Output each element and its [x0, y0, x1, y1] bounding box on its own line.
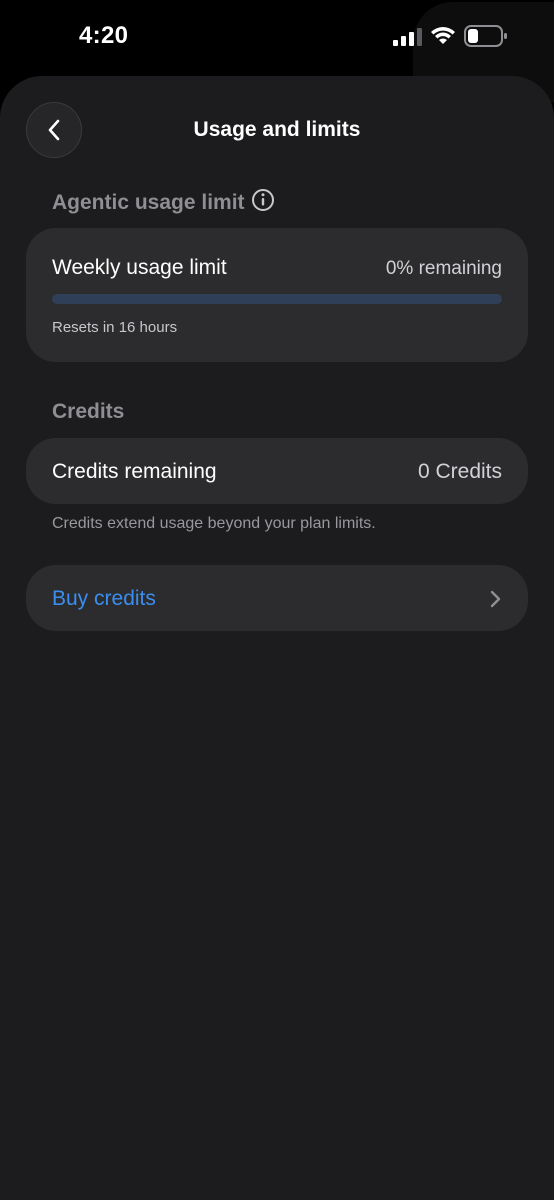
credits-footnote: Credits extend usage beyond your plan li…	[52, 515, 376, 532]
cellular-signal-icon	[393, 28, 422, 46]
credits-remaining-label: Credits remaining	[52, 460, 217, 483]
weekly-usage-card: Weekly usage limit 0% remaining Resets i…	[26, 228, 528, 362]
status-bar: 4:20	[0, 0, 554, 102]
wifi-icon	[431, 27, 455, 44]
battery-icon	[464, 25, 507, 47]
weekly-reset-text: Resets in 16 hours	[52, 319, 178, 336]
info-icon[interactable]	[251, 188, 275, 212]
weekly-usage-progress	[52, 294, 502, 304]
agentic-section-title: Agentic usage limit	[52, 188, 275, 215]
page-title: Usage and limits	[193, 118, 361, 141]
credits-section-title: Credits	[52, 400, 125, 423]
usage-sheet: Usage and limits Agentic usage limit Wee…	[0, 76, 554, 1200]
weekly-usage-value: 0% remaining	[385, 258, 502, 279]
credits-remaining-row: Credits remaining 0 Credits	[26, 438, 528, 504]
chevron-right-icon	[490, 590, 501, 608]
credits-remaining-value: 0 Credits	[417, 460, 502, 483]
buy-credits-button[interactable]: Buy credits	[26, 565, 528, 631]
agentic-section-label: Agentic usage limit	[52, 191, 245, 214]
status-time: 4:20	[79, 22, 129, 49]
weekly-usage-label: Weekly usage limit	[52, 256, 227, 279]
buy-credits-label: Buy credits	[52, 587, 156, 610]
